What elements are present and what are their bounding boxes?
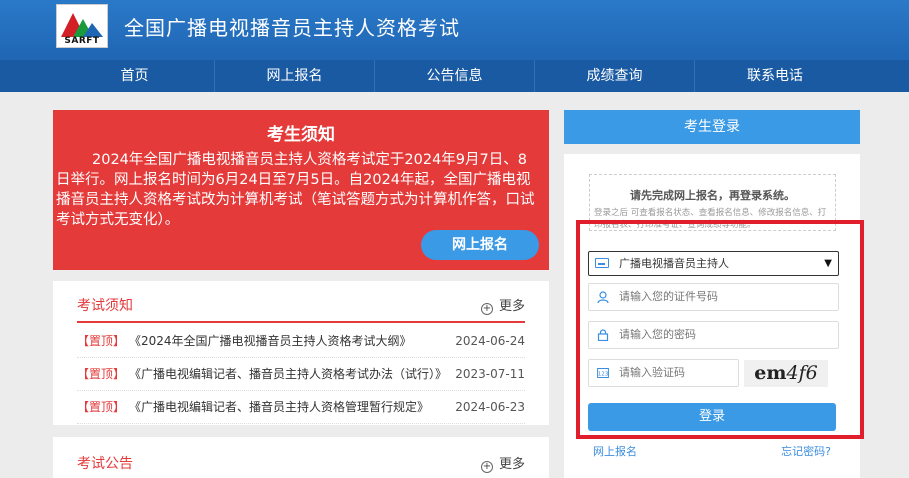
item-title[interactable]: 《广播电视编辑记者、播音员主持人资格考试办法（试行）》 — [129, 358, 450, 390]
nav-contact-phone[interactable]: 联系电话 — [695, 60, 855, 92]
online-registration-button[interactable]: 网上报名 — [421, 230, 539, 260]
site-header: SARFT 全国广播电视播音员主持人资格考试 — [0, 0, 909, 60]
announcements-title: 考试公告 — [77, 456, 133, 472]
login-panel: 请先完成网上报名，再登录系统。 登录之后 可查看报名状态、查看报名信息、修改报名… — [564, 154, 860, 478]
logo-mountains-icon — [61, 13, 103, 37]
sarft-logo[interactable]: SARFT — [56, 4, 108, 48]
list-item[interactable]: 【置顶】 《广播电视编辑记者、播音员主持人资格考试办法（试行）》 2023-07… — [77, 358, 525, 391]
captcha-text-b: 4f6 — [786, 362, 818, 384]
login-hint-box: 请先完成网上报名，再登录系统。 登录之后 可查看报名状态、查看报名信息、修改报名… — [589, 174, 836, 231]
user-icon — [597, 291, 609, 303]
pinned-tag: 【置顶】 — [77, 334, 126, 348]
item-title[interactable]: 《2024年全国广播电视播音员主持人资格考试大纲》 — [129, 325, 450, 357]
logo-text: SARFT — [64, 36, 100, 46]
captcha-input[interactable]: 123 请输入验证码 — [588, 359, 739, 387]
captcha-code-icon: 123 — [597, 368, 609, 378]
id-number-placeholder: 请输入您的证件号码 — [619, 290, 718, 303]
nav-score-query[interactable]: 成绩查询 — [535, 60, 695, 92]
notice-title: 考生须知 — [267, 125, 335, 145]
password-placeholder: 请输入您的密码 — [619, 328, 696, 341]
forgot-password-link[interactable]: 忘记密码? — [781, 443, 831, 459]
site-title: 全国广播电视播音员主持人资格考试 — [124, 16, 460, 40]
more-label: 更多 — [498, 299, 525, 314]
announcements-panel: 考试公告 + 更多 — [53, 437, 549, 478]
plus-circle-icon: + — [480, 303, 493, 315]
lock-icon — [597, 329, 609, 341]
candidate-notice-panel: 考生须知 2024年全国广播电视播音员主持人资格考试定于2024年9月7日、8日… — [53, 110, 549, 270]
password-input[interactable]: 请输入您的密码 — [588, 321, 839, 349]
login-header: 考生登录 — [564, 110, 860, 144]
captcha-placeholder: 请输入验证码 — [619, 366, 685, 379]
id-number-input[interactable]: 请输入您的证件号码 — [588, 283, 839, 311]
item-title[interactable]: 《广播电视编辑记者、播音员主持人资格管理暂行规定》 — [129, 391, 450, 423]
main-nav: 首页 网上报名 公告信息 成绩查询 联系电话 — [0, 60, 909, 92]
register-link[interactable]: 网上报名 — [593, 443, 637, 459]
nav-home[interactable]: 首页 — [55, 60, 215, 92]
login-button[interactable]: 登录 — [588, 403, 836, 431]
captcha-image[interactable]: em4f6 — [744, 360, 828, 387]
item-date: 2024-06-24 — [455, 334, 525, 348]
exam-notes-header: 考试须知 + 更多 — [77, 295, 525, 323]
list-item[interactable]: 【置顶】 《广播电视编辑记者、播音员主持人资格管理暂行规定》 2024-06-2… — [77, 391, 525, 424]
exam-type-value: 广播电视播音员主持人 — [619, 257, 729, 270]
announcements-more-link[interactable]: + 更多 — [480, 453, 525, 473]
exam-notes-list: 【置顶】 《2024年全国广播电视播音员主持人资格考试大纲》 2024-06-2… — [77, 325, 525, 424]
exam-notes-title: 考试须知 — [77, 298, 133, 314]
exam-type-select[interactable]: 广播电视播音员主持人 ▼ — [588, 251, 839, 276]
plus-circle-icon: + — [480, 461, 493, 473]
announcements-header: 考试公告 + 更多 — [77, 453, 525, 478]
more-label: 更多 — [498, 457, 525, 472]
exam-notes-more-link[interactable]: + 更多 — [480, 295, 525, 315]
item-date: 2023-07-11 — [455, 367, 525, 381]
chevron-down-icon: ▼ — [824, 258, 832, 269]
nav-announcements[interactable]: 公告信息 — [375, 60, 535, 92]
item-date: 2024-06-23 — [455, 400, 525, 414]
notice-body: 2024年全国广播电视播音员主持人资格考试定于2024年9月7日、8日举行。网上… — [56, 152, 535, 228]
hint-text: 登录之后 可查看报名状态、查看报名信息、修改报名信息、打印报名表、打印准考证、查… — [594, 208, 827, 230]
nav-online-registration[interactable]: 网上报名 — [215, 60, 375, 92]
pinned-tag: 【置顶】 — [77, 367, 126, 381]
exam-notes-panel: 考试须知 + 更多 【置顶】 《2024年全国广播电视播音员主持人资格考试大纲》 … — [53, 281, 549, 425]
captcha-text-a: em — [754, 362, 787, 384]
id-card-icon — [595, 258, 609, 268]
svg-text:123: 123 — [598, 372, 609, 378]
list-item[interactable]: 【置顶】 《2024年全国广播电视播音员主持人资格考试大纲》 2024-06-2… — [77, 325, 525, 358]
hint-title: 请先完成网上报名，再登录系统。 — [630, 189, 795, 202]
pinned-tag: 【置顶】 — [77, 400, 126, 414]
